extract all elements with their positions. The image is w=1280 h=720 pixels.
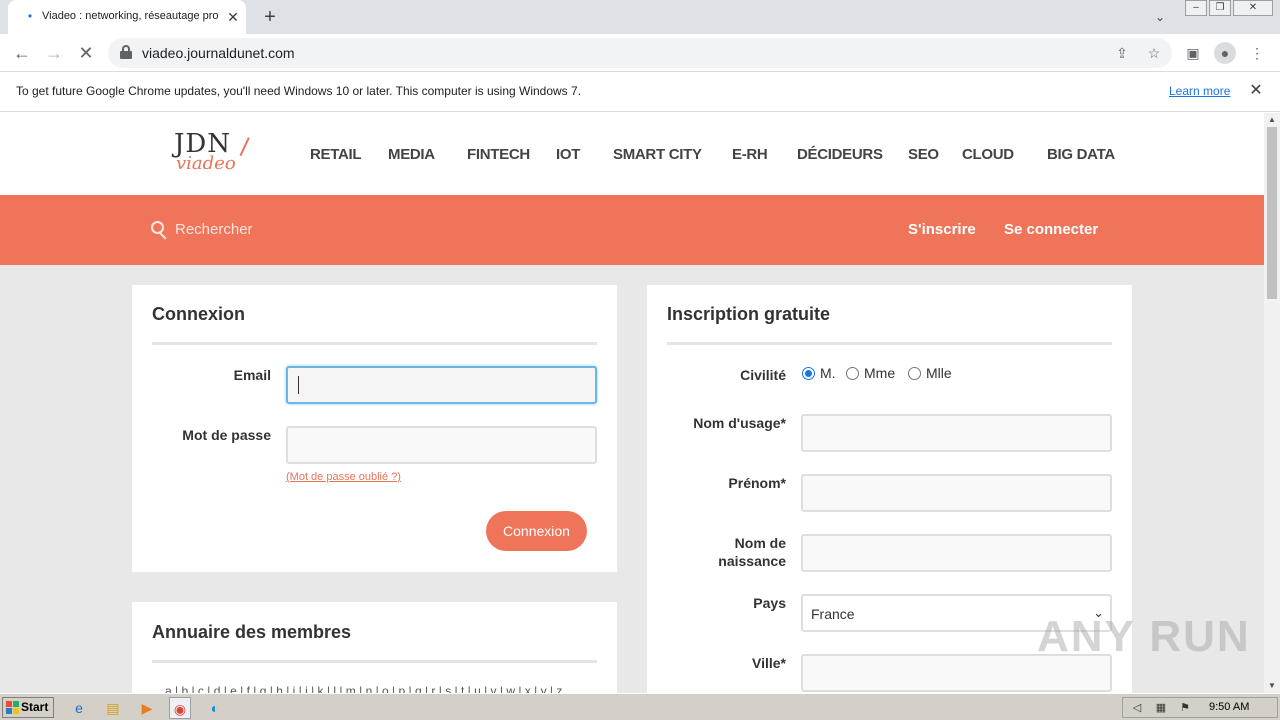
update-infobar: To get future Google Chrome updates, you…: [0, 72, 1280, 112]
share-icon[interactable]: ⇪: [1112, 43, 1132, 63]
network-icon[interactable]: ▦: [1153, 700, 1169, 716]
close-window-icon[interactable]: ✕: [1233, 0, 1273, 16]
scroll-up-arrow-icon[interactable]: ▲: [1264, 113, 1280, 127]
bookmark-star-icon[interactable]: ☆: [1144, 43, 1164, 63]
scroll-down-arrow-icon[interactable]: ▼: [1264, 679, 1280, 693]
city-label: Ville*: [752, 655, 786, 671]
civility-radio-m[interactable]: [802, 367, 815, 380]
first-name-field[interactable]: [801, 474, 1112, 512]
windows-taskbar: Start e ▤ ▶ ◉ ◐ ◁ ▦ ⚑ 9:50 AM: [0, 693, 1280, 720]
civility-option-m: M.: [820, 365, 836, 381]
password-label: Mot de passe: [182, 427, 271, 443]
clock: 9:50 AM: [1209, 701, 1250, 713]
stop-loading-icon[interactable]: ✕: [74, 41, 98, 65]
lock-icon[interactable]: [120, 45, 132, 59]
volume-icon[interactable]: ◁: [1129, 700, 1145, 716]
action-center-flag-icon[interactable]: ⚑: [1177, 700, 1193, 716]
logo-leaf-icon: [232, 133, 250, 157]
site-header: JDN viadeo RETAIL MEDIA FINTECH IOT SMAR…: [0, 113, 1264, 195]
url-text: viadeo.journaldunet.com: [142, 45, 295, 61]
anyrun-watermark: ANY RUN: [1037, 612, 1251, 661]
nav-retail[interactable]: RETAIL: [310, 146, 362, 163]
nav-decideurs[interactable]: DÉCIDEURS: [797, 146, 883, 163]
usage-name-field[interactable]: [801, 414, 1112, 452]
login-card: Connexion Email Mot de passe (Mot de pas…: [132, 285, 617, 572]
tab-search-chevron-icon[interactable]: ⌄: [1150, 7, 1170, 27]
login-divider: [152, 342, 597, 345]
logo-viadeo-text: viadeo: [176, 153, 236, 174]
usage-name-label: Nom d'usage*: [693, 415, 786, 431]
civility-option-mlle: Mlle: [926, 365, 952, 381]
civility-label: Civilité: [740, 367, 786, 383]
chrome-icon[interactable]: ◉: [169, 697, 191, 719]
start-button[interactable]: Start: [2, 697, 54, 718]
minimize-window-icon[interactable]: –: [1185, 0, 1207, 16]
browser-toolbar: ← → ✕ viadeo.journaldunet.com ⇪ ☆ ▣ ● ⋮: [0, 34, 1280, 72]
infobar-message: To get future Google Chrome updates, you…: [16, 84, 582, 98]
nav-seo[interactable]: SEO: [908, 146, 939, 163]
tab-strip: • Viadeo : networking, réseautage pro ✕ …: [0, 0, 1280, 34]
birth-name-label-line2: naissance: [718, 553, 786, 569]
side-panel-icon[interactable]: ▣: [1182, 42, 1204, 64]
signup-title: Inscription gratuite: [667, 304, 831, 324]
browser-tab[interactable]: • Viadeo : networking, réseautage pro ✕: [8, 0, 246, 34]
jdn-viadeo-logo[interactable]: JDN viadeo: [174, 129, 256, 179]
back-arrow-icon[interactable]: ←: [10, 41, 34, 65]
search-bar: Rechercher S'inscrire Se connecter: [0, 195, 1264, 265]
nav-iot[interactable]: IOT: [556, 146, 580, 163]
email-field[interactable]: [286, 366, 597, 404]
learn-more-link[interactable]: Learn more: [1169, 84, 1230, 98]
nav-media[interactable]: MEDIA: [388, 146, 435, 163]
forgot-password-link[interactable]: (Mot de passe oublié ?): [286, 471, 401, 483]
birth-name-label-line1: Nom de: [734, 535, 786, 551]
nav-e-rh[interactable]: E-RH: [732, 146, 768, 163]
directory-divider: [152, 660, 597, 663]
tab-close-icon[interactable]: ✕: [224, 8, 242, 26]
forward-arrow-icon[interactable]: →: [42, 41, 66, 65]
nav-fintech[interactable]: FINTECH: [467, 146, 530, 163]
nav-cloud[interactable]: CLOUD: [962, 146, 1014, 163]
search-icon[interactable]: [151, 221, 169, 241]
page-viewport: JDN viadeo RETAIL MEDIA FINTECH IOT SMAR…: [0, 113, 1264, 693]
signup-link[interactable]: S'inscrire: [908, 221, 976, 238]
screen: • Viadeo : networking, réseautage pro ✕ …: [0, 0, 1280, 720]
civility-option-mme: Mme: [864, 365, 896, 381]
edge-icon[interactable]: ◐: [204, 697, 226, 719]
infobar-close-icon[interactable]: ✕: [1246, 81, 1266, 101]
text-caret: [298, 376, 299, 394]
tab-title: Viadeo : networking, réseautage pro: [42, 10, 219, 22]
restore-window-icon[interactable]: ❐: [1209, 0, 1231, 16]
scrollbar-thumb[interactable]: [1267, 127, 1277, 299]
new-tab-icon[interactable]: +: [258, 5, 282, 29]
windows-flag-icon: [6, 701, 19, 714]
directory-title: Annuaire des membres: [152, 622, 352, 642]
media-player-icon[interactable]: ▶: [136, 697, 158, 719]
email-label: Email: [233, 367, 271, 383]
signup-divider: [667, 342, 1112, 345]
login-link[interactable]: Se connecter: [1004, 221, 1098, 238]
nav-big-data[interactable]: BIG DATA: [1047, 146, 1115, 163]
password-field[interactable]: [286, 426, 597, 464]
directory-card: Annuaire des membres a | b | c | d | e |…: [132, 602, 617, 693]
search-input[interactable]: Rechercher: [175, 221, 253, 238]
civility-radio-mme[interactable]: [846, 367, 859, 380]
alphabet-index[interactable]: a | b | c | d | e | f | g | h | i | j | …: [165, 684, 562, 693]
file-explorer-icon[interactable]: ▤: [102, 697, 124, 719]
address-bar[interactable]: viadeo.journaldunet.com ⇪ ☆: [108, 38, 1172, 68]
nav-smart-city[interactable]: SMART CITY: [613, 146, 702, 163]
country-label: Pays: [753, 595, 786, 611]
login-submit-button[interactable]: Connexion: [486, 511, 587, 551]
login-title: Connexion: [152, 304, 245, 324]
birth-name-field[interactable]: [801, 534, 1112, 572]
civility-radio-mlle[interactable]: [908, 367, 921, 380]
loading-favicon-icon: •: [27, 9, 33, 23]
profile-avatar-icon[interactable]: ●: [1214, 42, 1236, 64]
first-name-label: Prénom*: [728, 475, 786, 491]
internet-explorer-icon[interactable]: e: [68, 697, 90, 719]
system-tray: ◁ ▦ ⚑ 9:50 AM: [1122, 697, 1278, 718]
menu-kebab-icon[interactable]: ⋮: [1246, 42, 1268, 64]
country-value: France: [811, 606, 855, 622]
page-scrollbar[interactable]: ▲ ▼: [1264, 113, 1280, 693]
start-label: Start: [21, 700, 49, 714]
